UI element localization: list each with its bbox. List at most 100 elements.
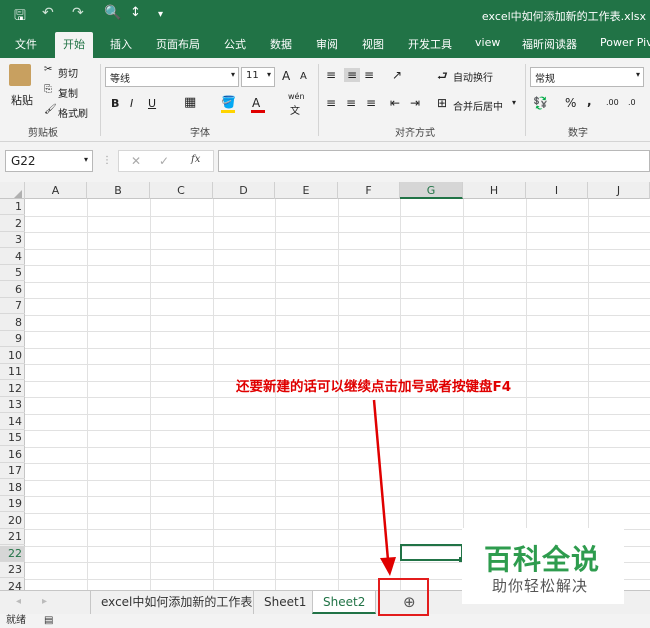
paste-icon[interactable] [9, 64, 31, 86]
font-color-button[interactable]: A [252, 96, 260, 110]
copy-button[interactable]: 复制 [58, 85, 78, 100]
row-header[interactable]: 15 [0, 430, 25, 446]
sort-icon[interactable]: ↕ [130, 5, 141, 20]
column-header[interactable]: I [526, 182, 588, 199]
wrap-text-button[interactable]: 自动换行 [453, 69, 493, 84]
shrink-font-button[interactable]: A [300, 71, 307, 82]
underline-button[interactable]: U [148, 97, 156, 110]
insert-function-icon[interactable]: fx [191, 154, 200, 165]
row-header[interactable]: 4 [0, 249, 25, 265]
tab-data[interactable]: 数据 [270, 36, 292, 52]
macro-record-icon[interactable]: ▤ [44, 614, 53, 628]
row-header[interactable]: 16 [0, 447, 25, 463]
formula-input[interactable] [218, 150, 650, 172]
column-header[interactable]: D [213, 182, 275, 199]
tab-page-layout[interactable]: 页面布局 [156, 36, 200, 52]
row-header[interactable]: 11 [0, 364, 25, 380]
save-icon[interactable]: 🖫 [14, 5, 26, 29]
row-header[interactable]: 8 [0, 315, 25, 331]
font-size-select[interactable]: 11 ▾ [241, 67, 275, 87]
column-header[interactable]: B [87, 182, 150, 199]
merge-center-button[interactable]: 合并后居中 [453, 98, 503, 113]
tab-home[interactable]: 开始 [55, 32, 93, 58]
tab-insert[interactable]: 插入 [110, 36, 132, 52]
row-header[interactable]: 19 [0, 496, 25, 512]
align-left-icon[interactable]: ≡ [326, 96, 336, 110]
name-box[interactable]: G22 ▾ [5, 150, 93, 172]
row-header[interactable]: 13 [0, 397, 25, 413]
increase-indent-icon[interactable]: ⇥ [410, 96, 420, 110]
font-name-select[interactable]: 等线 ▾ [105, 67, 239, 87]
cancel-icon[interactable]: ✕ [131, 154, 141, 168]
column-header[interactable]: F [338, 182, 400, 199]
tab-developer[interactable]: 开发工具 [408, 36, 452, 52]
fill-color-icon[interactable]: 🪣 [221, 95, 236, 109]
column-header[interactable]: H [463, 182, 526, 199]
tab-file[interactable]: 文件 [15, 36, 37, 52]
phonetic-label[interactable]: wén [288, 92, 305, 101]
align-middle-icon[interactable]: ≡ [344, 68, 361, 82]
column-header[interactable]: G [400, 182, 463, 199]
chevron-down-icon[interactable]: ▾ [512, 98, 516, 107]
increase-decimal-button[interactable]: .00 [606, 98, 619, 107]
format-painter-icon[interactable]: 🖌 [44, 104, 57, 115]
row-header[interactable]: 1 [0, 199, 25, 215]
format-painter-button[interactable]: 格式刷 [58, 105, 88, 120]
borders-icon[interactable]: ▦ [184, 95, 196, 110]
copy-icon[interactable]: ⎘ [44, 84, 52, 95]
tab-foxit[interactable]: 福昕阅读器 [522, 36, 577, 52]
tab-view[interactable]: 视图 [362, 36, 384, 52]
tab-formulas[interactable]: 公式 [224, 36, 246, 52]
comma-button[interactable]: , [587, 94, 592, 108]
column-header[interactable]: J [588, 182, 650, 199]
merge-center-icon[interactable]: ⊞ [437, 96, 447, 110]
row-header[interactable]: 6 [0, 282, 25, 298]
grow-font-button[interactable]: A [282, 69, 290, 83]
decrease-decimal-button[interactable]: .0 [628, 98, 636, 107]
row-header[interactable]: 10 [0, 348, 25, 364]
tab-review[interactable]: 审阅 [316, 36, 338, 52]
customize-icon[interactable]: ▾ [158, 9, 163, 20]
row-header[interactable]: 17 [0, 463, 25, 479]
redo-icon[interactable]: ↷ [72, 5, 84, 21]
sheet-tab[interactable]: excel中如何添加新的工作表 [90, 591, 262, 614]
enter-icon[interactable]: ✓ [159, 154, 169, 168]
row-header[interactable]: 21 [0, 529, 25, 545]
scroll-left-icon[interactable]: ◂ [10, 591, 27, 614]
column-header[interactable]: A [25, 182, 87, 199]
row-header[interactable]: 7 [0, 298, 25, 314]
row-header[interactable]: 3 [0, 232, 25, 248]
column-header[interactable]: E [275, 182, 338, 199]
row-header[interactable]: 18 [0, 480, 25, 496]
sheet-tab[interactable]: Sheet1 [253, 591, 316, 614]
sheet-tab-active[interactable]: Sheet2 [312, 591, 377, 614]
row-header[interactable]: 22 [0, 545, 25, 562]
row-header[interactable]: 23 [0, 562, 25, 578]
bold-button[interactable]: B [111, 97, 119, 110]
print-preview-icon[interactable]: 🔍 [104, 5, 121, 21]
number-format-select[interactable]: 常规 ▾ [530, 67, 644, 87]
row-header[interactable]: 24 [0, 579, 25, 591]
paste-button[interactable]: 粘贴 [11, 92, 33, 108]
tab-view-en[interactable]: view [475, 36, 500, 49]
align-bottom-icon[interactable]: ≡ [364, 68, 374, 82]
decrease-indent-icon[interactable]: ⇤ [390, 96, 400, 110]
cut-button[interactable]: 剪切 [58, 65, 78, 80]
percent-button[interactable]: % [565, 96, 576, 110]
row-header[interactable]: 12 [0, 381, 25, 397]
wrap-text-icon[interactable]: ⮐ [437, 67, 448, 88]
column-header[interactable]: C [150, 182, 213, 199]
undo-icon[interactable]: ↶ [42, 5, 54, 21]
row-header[interactable]: 9 [0, 331, 25, 347]
scroll-right-icon[interactable]: ▸ [36, 591, 53, 614]
select-all-corner[interactable] [0, 182, 25, 199]
row-header[interactable]: 20 [0, 513, 25, 529]
row-header[interactable]: 5 [0, 265, 25, 281]
row-header[interactable]: 14 [0, 414, 25, 430]
italic-button[interactable]: I [130, 97, 133, 110]
align-top-icon[interactable]: ≡ [326, 68, 336, 82]
orientation-icon[interactable]: ↗ [392, 68, 402, 82]
cut-icon[interactable]: ✂ [44, 64, 52, 75]
align-center-icon[interactable]: ≡ [346, 96, 356, 110]
align-right-icon[interactable]: ≡ [366, 96, 376, 110]
